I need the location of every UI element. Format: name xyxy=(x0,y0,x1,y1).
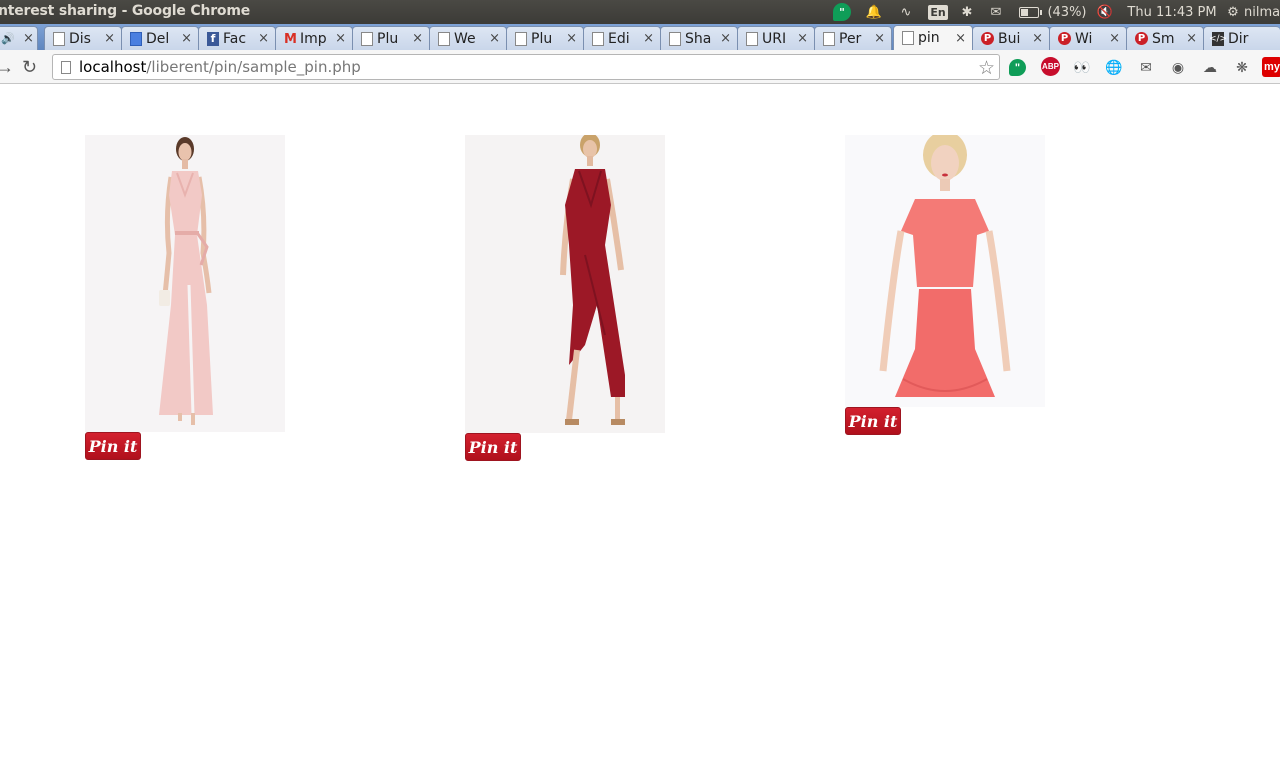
close-tab-icon[interactable]: × xyxy=(489,31,500,46)
coral-crop-top-dress-image xyxy=(845,135,1045,407)
tab-dis[interactable]: Dis × xyxy=(44,26,122,50)
adblock-plus-icon[interactable]: ABP xyxy=(1041,57,1060,76)
close-tab-icon[interactable]: × xyxy=(955,31,966,46)
system-indicators: " 🔔 ∿ En ✱ ✉ (43%) 🔇 Thu 11:43 PM ⚙ nilm… xyxy=(826,0,1280,24)
pin-it-button[interactable]: Pin it xyxy=(845,407,901,435)
tab-fac[interactable]: f Fac × xyxy=(198,26,276,50)
page-icon xyxy=(823,31,835,46)
close-tab-icon[interactable]: × xyxy=(566,31,577,46)
clock[interactable]: Thu 11:43 PM xyxy=(1122,0,1222,24)
close-tab-icon[interactable]: × xyxy=(643,31,654,46)
pinterest-icon: P xyxy=(1135,32,1148,45)
page-icon xyxy=(902,31,914,45)
page-icon xyxy=(438,31,450,46)
close-tab-icon[interactable]: × xyxy=(412,31,423,46)
tab-we[interactable]: We × xyxy=(429,26,507,50)
pin-card: Pin it xyxy=(465,135,665,461)
tab-plu-2[interactable]: Plu × xyxy=(506,26,584,50)
session-gear-icon[interactable]: ⚙ xyxy=(1222,0,1244,24)
code-icon: </> xyxy=(1208,31,1228,46)
tab-strip: 🔊 × Dis × Del × f Fac × M Imp × Plu × We × Plu… xyxy=(0,24,1280,50)
forward-arrow-icon[interactable]: → xyxy=(0,57,14,77)
page-info-icon[interactable] xyxy=(61,60,71,74)
close-tab-icon[interactable]: × xyxy=(720,31,731,46)
mail-icon[interactable]: ✉ xyxy=(980,0,1012,24)
close-tab-icon[interactable]: × xyxy=(1186,31,1197,46)
pin-it-wrapper: Pin it xyxy=(85,432,285,460)
pin-it-button[interactable]: Pin it xyxy=(85,432,141,460)
burgundy-maxi-dress-image xyxy=(465,135,665,433)
page-icon xyxy=(746,31,758,46)
tab-audio[interactable]: 🔊 × xyxy=(0,26,38,50)
mail-extension-icon[interactable]: ✉ xyxy=(1136,57,1156,77)
notification-bell-icon[interactable]: 🔔 xyxy=(858,0,890,24)
gmail-icon: M xyxy=(284,31,297,47)
tab-per[interactable]: Per × xyxy=(814,26,892,50)
tab-wi[interactable]: P Wi × xyxy=(1049,26,1127,50)
globe-extension-icon[interactable]: 🌐 xyxy=(1104,57,1124,77)
my-extension-icon[interactable]: my xyxy=(1262,57,1280,77)
page-icon xyxy=(669,31,681,46)
close-tab-icon[interactable]: × xyxy=(181,31,192,46)
bluetooth-icon[interactable]: ✱ xyxy=(954,0,980,24)
hangouts-extension-icon[interactable]: " xyxy=(1009,59,1026,76)
browser-toolbar: → ↻ localhost/liberent/pin/sample_pin.ph… xyxy=(0,50,1280,84)
close-tab-icon[interactable]: × xyxy=(797,31,808,46)
hangouts-indicator-icon[interactable]: " xyxy=(826,0,858,24)
close-tab-icon[interactable]: × xyxy=(23,31,34,46)
reload-icon[interactable]: ↻ xyxy=(22,57,37,77)
bookmark-star-icon[interactable]: ☆ xyxy=(978,57,995,80)
close-tab-icon[interactable]: × xyxy=(104,31,115,46)
page-content: Pin it Pin it Pin it xyxy=(0,85,1280,768)
tab-del[interactable]: Del × xyxy=(121,26,199,50)
page-icon xyxy=(592,31,604,46)
tab-plu[interactable]: Plu × xyxy=(352,26,430,50)
pinterest-icon: P xyxy=(1058,32,1071,45)
volume-muted-icon[interactable]: 🔇 xyxy=(1088,0,1122,24)
tab-pin-active[interactable]: pin × xyxy=(893,25,973,50)
close-tab-icon[interactable]: × xyxy=(335,31,346,46)
audio-icon: 🔊 xyxy=(1,31,15,45)
tab-sha[interactable]: Sha × xyxy=(660,26,738,50)
bug-extension-icon[interactable]: ❋ xyxy=(1232,57,1252,77)
tab-imp[interactable]: M Imp × xyxy=(275,26,353,50)
tab-sm[interactable]: P Sm × xyxy=(1126,26,1204,50)
pin-it-button[interactable]: Pin it xyxy=(465,433,521,461)
close-tab-icon[interactable]: × xyxy=(1109,31,1120,46)
wifi-icon[interactable]: ∿ xyxy=(890,0,922,24)
close-tab-icon[interactable]: × xyxy=(1032,31,1043,46)
pin-it-wrapper: Pin it xyxy=(465,433,665,461)
docs-icon xyxy=(130,31,142,46)
tab-edi[interactable]: Edi × xyxy=(583,26,661,50)
pin-it-wrapper: Pin it xyxy=(845,407,1045,435)
page-icon xyxy=(361,31,373,46)
os-top-panel: nterest sharing - Google Chrome " 🔔 ∿ En… xyxy=(0,0,1280,24)
shield-extension-icon[interactable]: ◉ xyxy=(1168,57,1188,77)
tab-dir[interactable]: </> Dir xyxy=(1203,26,1280,50)
battery-icon[interactable] xyxy=(1012,0,1046,24)
battery-percent: (43%) xyxy=(1047,4,1087,20)
tab-uri[interactable]: URI × xyxy=(737,26,815,50)
blush-maxi-dress-image xyxy=(85,135,285,432)
eyes-extension-icon[interactable]: 👀 xyxy=(1072,57,1092,77)
pinterest-icon: P xyxy=(981,32,994,45)
keyboard-layout-indicator[interactable]: En xyxy=(922,0,954,24)
address-bar[interactable]: localhost/liberent/pin/sample_pin.php ☆ xyxy=(52,54,1000,80)
cloud-extension-icon[interactable]: ☁ xyxy=(1200,57,1220,77)
page-icon xyxy=(53,31,65,46)
close-tab-icon[interactable]: × xyxy=(258,31,269,46)
user-name[interactable]: nilma xyxy=(1244,0,1280,24)
pin-card: Pin it xyxy=(845,135,1045,435)
facebook-icon: f xyxy=(207,31,219,46)
window-title: nterest sharing - Google Chrome xyxy=(0,3,251,19)
tab-bui[interactable]: P Bui × xyxy=(972,26,1050,50)
page-icon xyxy=(515,31,527,46)
close-tab-icon[interactable]: × xyxy=(874,31,885,46)
pin-card: Pin it xyxy=(85,135,285,460)
url-text[interactable]: localhost/liberent/pin/sample_pin.php xyxy=(79,58,361,76)
